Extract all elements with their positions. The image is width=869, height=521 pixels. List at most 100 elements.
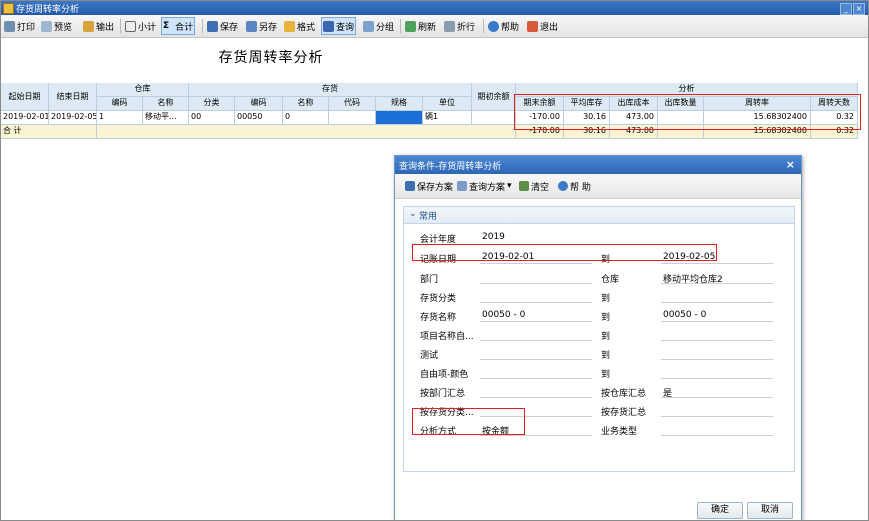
col-spec: 规格 xyxy=(376,97,423,111)
close-icon[interactable]: × xyxy=(786,158,795,171)
save-as-icon xyxy=(246,20,257,32)
inv-name-to-field[interactable]: 00050 - 0 xyxy=(663,310,706,320)
cell-wh-name: 移动平... xyxy=(143,111,189,125)
biz-type-field[interactable] xyxy=(661,435,773,436)
fiscal-year-value[interactable]: 2019 xyxy=(482,232,505,242)
minimize-button[interactable]: _ xyxy=(840,3,852,15)
cancel-button[interactable]: 取消 xyxy=(747,502,793,519)
test-label: 测试 xyxy=(420,351,439,361)
col-opening-balance: 期初余额 xyxy=(472,83,516,111)
dialog-help-button[interactable]: 帮 助 xyxy=(558,180,591,193)
inv-name-label: 存货名称 xyxy=(420,313,457,323)
inv-category-to-label: 到 xyxy=(601,294,611,304)
dialog-title-bar: 查询条件-存货周转率分析 × xyxy=(395,156,801,174)
highlight-method xyxy=(412,408,525,435)
biz-type-label: 业务类型 xyxy=(601,427,638,437)
by-dept-field[interactable] xyxy=(480,397,592,398)
fold-button[interactable]: 折行 xyxy=(444,18,475,34)
fold-icon xyxy=(444,20,455,32)
preview-icon xyxy=(41,20,52,32)
report-window: 存货周转率分析 _ × 打印 预览 输出 小计 Σ 合计 保存 另存 格式 查询 … xyxy=(0,0,869,521)
section-common[interactable]: ⌄ 常用 xyxy=(404,207,794,224)
refresh-button[interactable]: 刷新 xyxy=(405,18,436,34)
printer-icon xyxy=(4,20,15,32)
toolbar-separator xyxy=(400,19,401,33)
cell-inv-name: 0 xyxy=(283,111,329,125)
save-button[interactable]: 保存 xyxy=(207,18,238,34)
col-inv-category: 分类 xyxy=(189,97,235,111)
inv-name-from-field[interactable]: 00050 - 0 xyxy=(482,310,525,320)
export-icon xyxy=(83,20,94,32)
department-field[interactable] xyxy=(480,283,592,284)
group-icon xyxy=(363,20,374,32)
exit-icon xyxy=(527,20,538,32)
warehouse-label: 仓库 xyxy=(601,275,620,285)
dialog-toolbar: 保存方案 查询方案 ▾ 清空 帮 助 xyxy=(395,174,801,199)
cell-wh-code: 1 xyxy=(97,111,143,125)
custom-color-to-field[interactable] xyxy=(661,378,773,379)
test-to-field[interactable] xyxy=(661,359,773,360)
group-inventory: 存货 xyxy=(189,83,472,97)
format-icon xyxy=(284,20,295,32)
test-to-label: 到 xyxy=(601,351,611,361)
help-icon xyxy=(488,20,499,32)
col-inv-name: 名称 xyxy=(283,97,329,111)
app-icon xyxy=(3,3,14,14)
sigma-icon: Σ xyxy=(163,21,170,31)
highlight-record-date xyxy=(412,244,717,261)
chevron-down-icon: ⌄ xyxy=(409,209,417,219)
by-inv-label: 按存货汇总 xyxy=(601,408,647,418)
cell-inv-code2 xyxy=(329,111,376,125)
custom-color-from-field[interactable] xyxy=(480,378,592,379)
col-wh-name: 名称 xyxy=(143,97,189,111)
col-unit: 单位 xyxy=(423,97,472,111)
query-scheme-button[interactable]: 查询方案 ▾ xyxy=(457,180,512,193)
query-dialog: 查询条件-存货周转率分析 × 保存方案 查询方案 ▾ 清空 帮 助 ⌄ 常用 会计… xyxy=(394,155,802,520)
toolbar: 打印 预览 输出 小计 Σ 合计 保存 另存 格式 查询 分组 刷新 折行 帮助 … xyxy=(1,15,868,38)
folder-icon xyxy=(457,181,467,191)
by-wh-label: 按仓库汇总 xyxy=(601,389,647,399)
subtotal-button[interactable]: 小计 xyxy=(125,18,156,34)
cell-spec[interactable] xyxy=(376,111,423,125)
by-inv-field[interactable] xyxy=(661,416,773,417)
save-icon xyxy=(405,181,415,191)
ok-button[interactable]: 确定 xyxy=(697,502,743,519)
col-wh-code: 编码 xyxy=(97,97,143,111)
total-blank xyxy=(97,125,516,139)
custom-color-label: 自由项-颜色 xyxy=(420,370,469,380)
inv-name-to-label: 到 xyxy=(601,313,611,323)
save-scheme-button[interactable]: 保存方案 xyxy=(405,180,453,193)
department-label: 部门 xyxy=(420,275,439,285)
highlight-analysis-columns xyxy=(514,94,861,130)
clear-button[interactable]: 清空 xyxy=(519,180,549,193)
cell-unit: 辆1 xyxy=(423,111,472,125)
test-from-field[interactable] xyxy=(480,359,592,360)
inv-category-to-field[interactable] xyxy=(661,302,773,303)
save-as-button[interactable]: 另存 xyxy=(246,18,277,34)
help-button[interactable]: 帮助 xyxy=(488,18,519,34)
exit-button[interactable]: 退出 xyxy=(527,18,558,34)
toolbar-separator xyxy=(120,19,121,33)
inv-category-from-field[interactable] xyxy=(480,302,592,303)
dialog-title: 查询条件-存货周转率分析 xyxy=(399,162,502,172)
help-icon xyxy=(558,181,568,191)
total-button[interactable]: Σ 合计 xyxy=(161,17,196,35)
toolbar-separator xyxy=(202,19,203,33)
refresh-icon xyxy=(405,20,416,32)
item-name-from-field[interactable] xyxy=(480,340,592,341)
inv-category-label: 存货分类 xyxy=(420,294,457,304)
cell-inv-code: 00050 xyxy=(235,111,283,125)
format-button[interactable]: 格式 xyxy=(284,18,315,34)
preview-button[interactable]: 预览 xyxy=(41,18,72,34)
close-window-button[interactable]: × xyxy=(853,3,865,15)
title-bar: 存货周转率分析 _ × xyxy=(1,1,868,15)
group-button[interactable]: 分组 xyxy=(363,18,394,34)
item-name-to-field[interactable] xyxy=(661,340,773,341)
export-button[interactable]: 输出 xyxy=(83,18,114,34)
cell-start-date: 2019-02-01 xyxy=(1,111,49,125)
col-start-date: 起始日期 xyxy=(1,83,49,111)
cell-inv-category: 00 xyxy=(189,111,235,125)
query-button[interactable]: 查询 xyxy=(321,17,357,35)
print-button[interactable]: 打印 xyxy=(4,18,35,34)
by-dept-label: 按部门汇总 xyxy=(420,389,466,399)
